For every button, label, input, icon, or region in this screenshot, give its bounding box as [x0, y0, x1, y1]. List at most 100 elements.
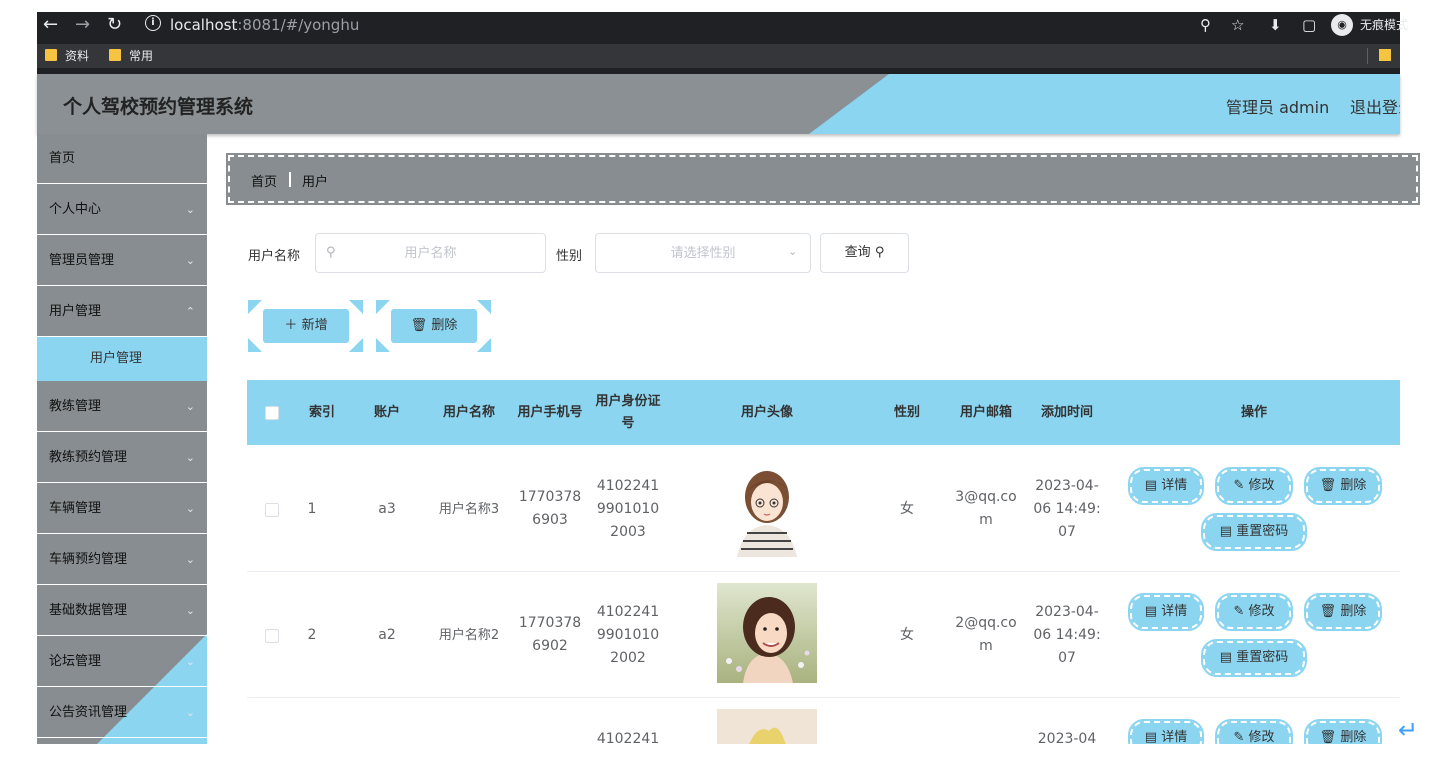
select-all-checkbox[interactable]: [265, 406, 279, 420]
delete-button[interactable]: 🗑 删除: [1304, 593, 1382, 631]
add-button[interactable]: ＋ 新增: [263, 309, 349, 343]
detail-button[interactable]: ▤ 详情: [1128, 593, 1204, 631]
delete-button-label: 删除: [1340, 730, 1367, 744]
sidebar-item-label: 基础数据管理: [49, 603, 128, 618]
table-header: 索引 账户 用户名称 用户手机号 用户身份证号 用户头像 性别 用户邮箱 添加时…: [247, 380, 1400, 445]
sidebar-item-user-management[interactable]: 用户管理 ⌃: [37, 287, 207, 337]
edit-button[interactable]: ✎ 修改: [1215, 593, 1293, 631]
sidebar-item-announcements[interactable]: 公告资讯管理 ⌄: [37, 688, 207, 738]
column-header-index: 索引: [308, 404, 335, 420]
search-icon: ⚲: [874, 245, 885, 260]
column-header-phone: 用户手机号: [517, 404, 583, 420]
detail-button-label: 详情: [1161, 730, 1188, 744]
browser-chrome: ← → ↻ i localhost:8081/#/yonghu ⚲ ☆ ⬇ ▢ …: [37, 12, 1408, 74]
trash-icon: 🗑: [1319, 730, 1337, 744]
cell-index: 1: [307, 500, 317, 517]
cell-phone: 17703786903: [518, 489, 582, 528]
reload-icon[interactable]: ↻: [107, 15, 122, 35]
column-header-actions: 操作: [1240, 404, 1267, 420]
bookmarks-bar: 资料 常用: [37, 44, 1400, 68]
key-icon[interactable]: ⚲: [1200, 15, 1211, 35]
incognito-icon[interactable]: ◉: [1331, 14, 1353, 36]
cell-gender: 女: [900, 500, 914, 517]
folder-icon: [109, 49, 121, 61]
cell-email: 3@qq.com: [955, 489, 1017, 528]
sidebar-item-coach-booking[interactable]: 教练预约管理 ⌄: [37, 433, 207, 483]
chevron-down-icon: ⌄: [185, 400, 195, 413]
cell-added-time: 2023-04: [1037, 731, 1097, 744]
edit-button[interactable]: ✎ 修改: [1215, 467, 1293, 505]
breadcrumb-current: 用户: [302, 175, 329, 190]
back-icon[interactable]: ←: [43, 15, 58, 35]
trash-icon: 🗑: [1319, 478, 1337, 493]
batch-delete-button[interactable]: 🗑 删除: [391, 309, 477, 343]
detail-button-label: 详情: [1161, 604, 1188, 619]
sidebar-item-forum[interactable]: 论坛管理 ⌄: [37, 637, 207, 687]
sidebar-item-base-data[interactable]: 基础数据管理 ⌄: [37, 586, 207, 636]
star-icon[interactable]: ☆: [1231, 15, 1244, 35]
pencil-icon: ✎: [1233, 478, 1245, 493]
sidebar-item-home[interactable]: 首页: [37, 134, 207, 184]
table-row: 1 a3 用户名称3 17703786903 41022419901010200…: [247, 446, 1400, 572]
detail-button[interactable]: ▤ 详情: [1128, 719, 1204, 744]
plus-icon: ＋: [284, 318, 298, 333]
sidebar-item-label: 教练管理: [49, 399, 102, 414]
trash-icon: 🗑: [410, 318, 428, 333]
row-checkbox[interactable]: [265, 629, 279, 643]
row-checkbox[interactable]: [265, 503, 279, 517]
forward-icon[interactable]: →: [75, 15, 90, 35]
detail-button-label: 详情: [1161, 478, 1188, 493]
detail-button[interactable]: ▤ 详情: [1128, 467, 1204, 505]
sidebar-item-label: 车辆预约管理: [49, 552, 128, 567]
column-header-added-time: 添加时间: [1040, 404, 1093, 420]
sidebar-item-vehicle-booking[interactable]: 车辆预约管理 ⌄: [37, 535, 207, 585]
button-corner: [477, 338, 491, 352]
logout-link[interactable]: 退出登录: [1350, 94, 1400, 118]
chevron-up-icon: ⌃: [185, 305, 195, 318]
column-header-account: 账户: [373, 404, 400, 420]
cell-account: a3: [378, 500, 396, 517]
chevron-down-icon: ⌄: [185, 604, 195, 617]
chevron-down-icon: ⌄: [788, 245, 798, 258]
edit-button[interactable]: ✎ 修改: [1215, 719, 1293, 744]
reset-password-button[interactable]: ▤ 重置密码: [1201, 639, 1307, 677]
delete-button[interactable]: 🗑 删除: [1304, 467, 1382, 505]
reset-password-button[interactable]: ▤ 重置密码: [1201, 513, 1307, 551]
column-header-name: 用户名称: [442, 404, 495, 420]
sidebar-subitem-user-management[interactable]: 用户管理: [37, 337, 207, 381]
edit-button-label: 修改: [1248, 604, 1275, 619]
download-icon[interactable]: ⬇: [1269, 15, 1282, 35]
button-corner: [376, 300, 390, 314]
sidebar-item-vehicle-management[interactable]: 车辆管理 ⌄: [37, 484, 207, 534]
breadcrumb-home[interactable]: 首页: [251, 171, 277, 190]
gender-select[interactable]: [595, 233, 811, 273]
avatar: [717, 457, 817, 557]
cell-added-time: 2023-04-06 14:49:07: [1033, 477, 1101, 540]
bookmark-folder[interactable]: 资料: [45, 47, 89, 65]
chevron-down-icon: ⌄: [185, 502, 195, 515]
reset-button-label: 重置密码: [1236, 650, 1289, 665]
document-icon: ▤: [1144, 604, 1158, 619]
document-icon: ▤: [1144, 730, 1158, 744]
sidebar-item-personal-center[interactable]: 个人中心 ⌄: [37, 185, 207, 235]
sidebar-item-coach-management[interactable]: 教练管理 ⌄: [37, 382, 207, 432]
table-row: 2 a2 用户名称2 17703786902 41022419901010200…: [247, 572, 1400, 698]
delete-button[interactable]: 🗑 删除: [1304, 719, 1382, 744]
app-title: 个人驾校预约管理系统: [63, 96, 254, 118]
sidebar-item-label: 公告资讯管理: [49, 705, 128, 720]
bookmark-folder[interactable]: 常用: [109, 47, 153, 65]
site-info-icon[interactable]: i: [145, 15, 161, 31]
sidebar-item-admin-management[interactable]: 管理员管理 ⌄: [37, 236, 207, 286]
cell-phone: 17703786902: [518, 615, 582, 654]
sidebar-item-label: 车辆管理: [49, 501, 102, 516]
breadcrumb-divider: [289, 172, 291, 187]
sidepanel-icon[interactable]: ▢: [1302, 15, 1316, 35]
cell-idcard: 410224199010102002: [596, 603, 660, 666]
username-search-input[interactable]: [315, 233, 546, 273]
button-corner: [477, 300, 491, 314]
delete-button-label: 删除: [1340, 478, 1367, 493]
address-bar[interactable]: localhost:8081/#/yonghu: [170, 15, 359, 35]
folder-icon[interactable]: [1379, 49, 1391, 61]
query-button[interactable]: 查询 ⚲: [820, 233, 909, 273]
cell-account: a2: [378, 626, 396, 643]
